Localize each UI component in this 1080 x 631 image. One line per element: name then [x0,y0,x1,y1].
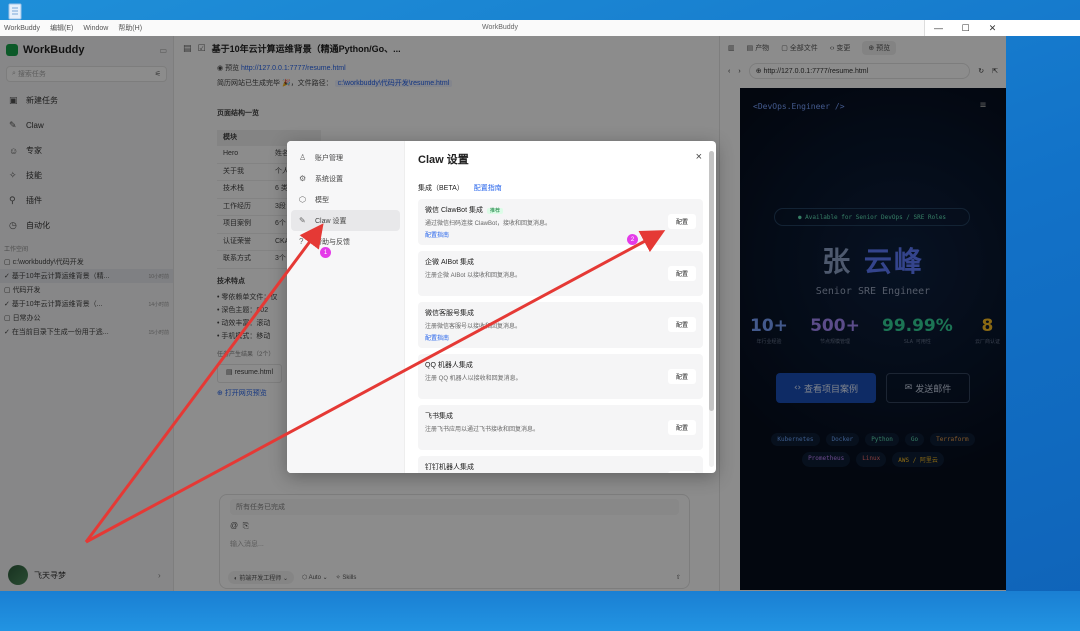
menu-workbuddy[interactable]: WorkBuddy [4,25,40,32]
user-icon: ♙ [299,153,307,162]
integration-title-text: QQ 机器人集成 [425,362,473,369]
integration-card: 微信 ClawBot 集成 推荐通过微信扫码连接 ClawBot，接收和回复消息。… [418,199,703,245]
section-guide-link[interactable]: 配置指南 [474,185,502,192]
nav-label: Claw 设置 [315,217,347,225]
nav-label: 帮助与反馈 [315,238,350,246]
minimize-icon[interactable]: — [925,20,952,36]
menu-help[interactable]: 帮助(H) [118,23,142,33]
config-guide-link[interactable]: 配置指南 [425,333,696,342]
nav-label: 账户管理 [315,154,343,162]
integration-title: 企微 AIBot 集成 [425,257,696,267]
configure-button[interactable]: 配置 [668,214,696,229]
integration-title-text: 飞书集成 [425,413,453,420]
scrollbar-thumb[interactable] [709,151,714,411]
integration-list: 微信 ClawBot 集成 推荐通过微信扫码连接 ClawBot，接收和回复消息。… [418,199,703,473]
settings-nav-claw[interactable]: ✎ Claw 设置 [291,210,400,231]
close-icon[interactable]: ✕ [979,20,1006,36]
cube-icon: ⬡ [299,195,306,204]
settings-content: Claw 设置 × 集成（BETA） 配置指南 微信 ClawBot 集成 推荐通… [405,141,716,473]
window-controls: — ☐ ✕ [924,20,1080,36]
configure-button[interactable]: 配置 [668,471,696,473]
integration-title-text: 微信客服号集成 [425,310,474,317]
integration-card: QQ 机器人集成注册 QQ 机器人以接收和回复消息。 配置 [418,354,703,399]
close-dialog-icon[interactable]: × [696,151,702,163]
configure-button[interactable]: 配置 [668,266,696,281]
integration-title: 微信客服号集成 [425,308,696,318]
nav-label: 系统设置 [315,175,343,183]
integration-title-text: 企微 AIBot 集成 [425,259,475,266]
claw-settings-dialog: ♙ 账户管理 ⚙ 系统设置 ⬡ 模型 ✎ Claw 设置 ? 帮助与反馈 Claw 设置 … [287,141,716,473]
integration-title-text: 钉钉机器人集成 [425,464,474,471]
taskbar [0,591,1080,631]
nav-label: 模型 [315,196,329,204]
integration-card: 飞书集成注册飞书应用以通过飞书接收和回复消息。 配置 [418,405,703,450]
section-title: 集成（BETA） [418,185,464,192]
integration-title: QQ 机器人集成 [425,360,696,370]
title-bar: WorkBuddy 编辑(E) Window 帮助(H) WorkBuddy [0,20,1006,36]
integration-title: 钉钉机器人集成 [425,462,696,472]
maximize-icon[interactable]: ☐ [952,20,979,36]
integration-desc: 注册微信客服号以接收和回复消息。 [425,324,522,330]
gear-icon: ⚙ [299,174,307,183]
integration-card: 微信客服号集成注册微信客服号以接收和回复消息。配置指南 配置 [418,302,703,348]
integration-title-text: 微信 ClawBot 集成 [425,207,483,214]
settings-nav-system[interactable]: ⚙ 系统设置 [291,168,400,189]
window-title: WorkBuddy [482,24,519,31]
integration-desc: 注册企微 AIBot 以接收和回复消息。 [425,273,522,279]
integration-card: 企微 AIBot 集成注册企微 AIBot 以接收和回复消息。 配置 [418,251,703,296]
recycle-bin-icon[interactable] [6,2,24,20]
menu-window[interactable]: Window [83,25,108,32]
configure-button[interactable]: 配置 [668,369,696,384]
configure-button[interactable]: 配置 [668,317,696,332]
step-marker-2: 2 [627,234,638,245]
help-icon: ? [299,237,304,246]
settings-nav: ♙ 账户管理 ⚙ 系统设置 ⬡ 模型 ✎ Claw 设置 ? 帮助与反馈 [287,141,405,473]
step-marker-1: 1 [320,247,331,258]
settings-nav-model[interactable]: ⬡ 模型 [291,189,400,210]
settings-nav-account[interactable]: ♙ 账户管理 [291,147,400,168]
claw-icon: ✎ [299,216,306,225]
integration-title: 飞书集成 [425,411,696,421]
integration-card: 钉钉机器人集成注册钉钉机器人以接收和回复消息。配置 [418,456,703,473]
recommended-badge: 推荐 [486,208,503,214]
configure-button[interactable]: 配置 [668,420,696,435]
settings-nav-help[interactable]: ? 帮助与反馈 [291,231,400,252]
dialog-title: Claw 设置 [418,154,469,166]
config-guide-link[interactable]: 配置指南 [425,230,696,239]
integration-desc: 注册 QQ 机器人以接收和回复消息。 [425,376,522,382]
integration-title: 微信 ClawBot 集成 推荐 [425,205,696,215]
menu-edit[interactable]: 编辑(E) [50,23,73,33]
scrollbar[interactable] [709,151,714,467]
integration-desc: 注册飞书应用以通过飞书接收和回复消息。 [425,427,540,433]
integration-desc: 通过微信扫码连接 ClawBot，接收和回复消息。 [425,221,552,227]
section-header: 集成（BETA） 配置指南 [418,183,703,193]
